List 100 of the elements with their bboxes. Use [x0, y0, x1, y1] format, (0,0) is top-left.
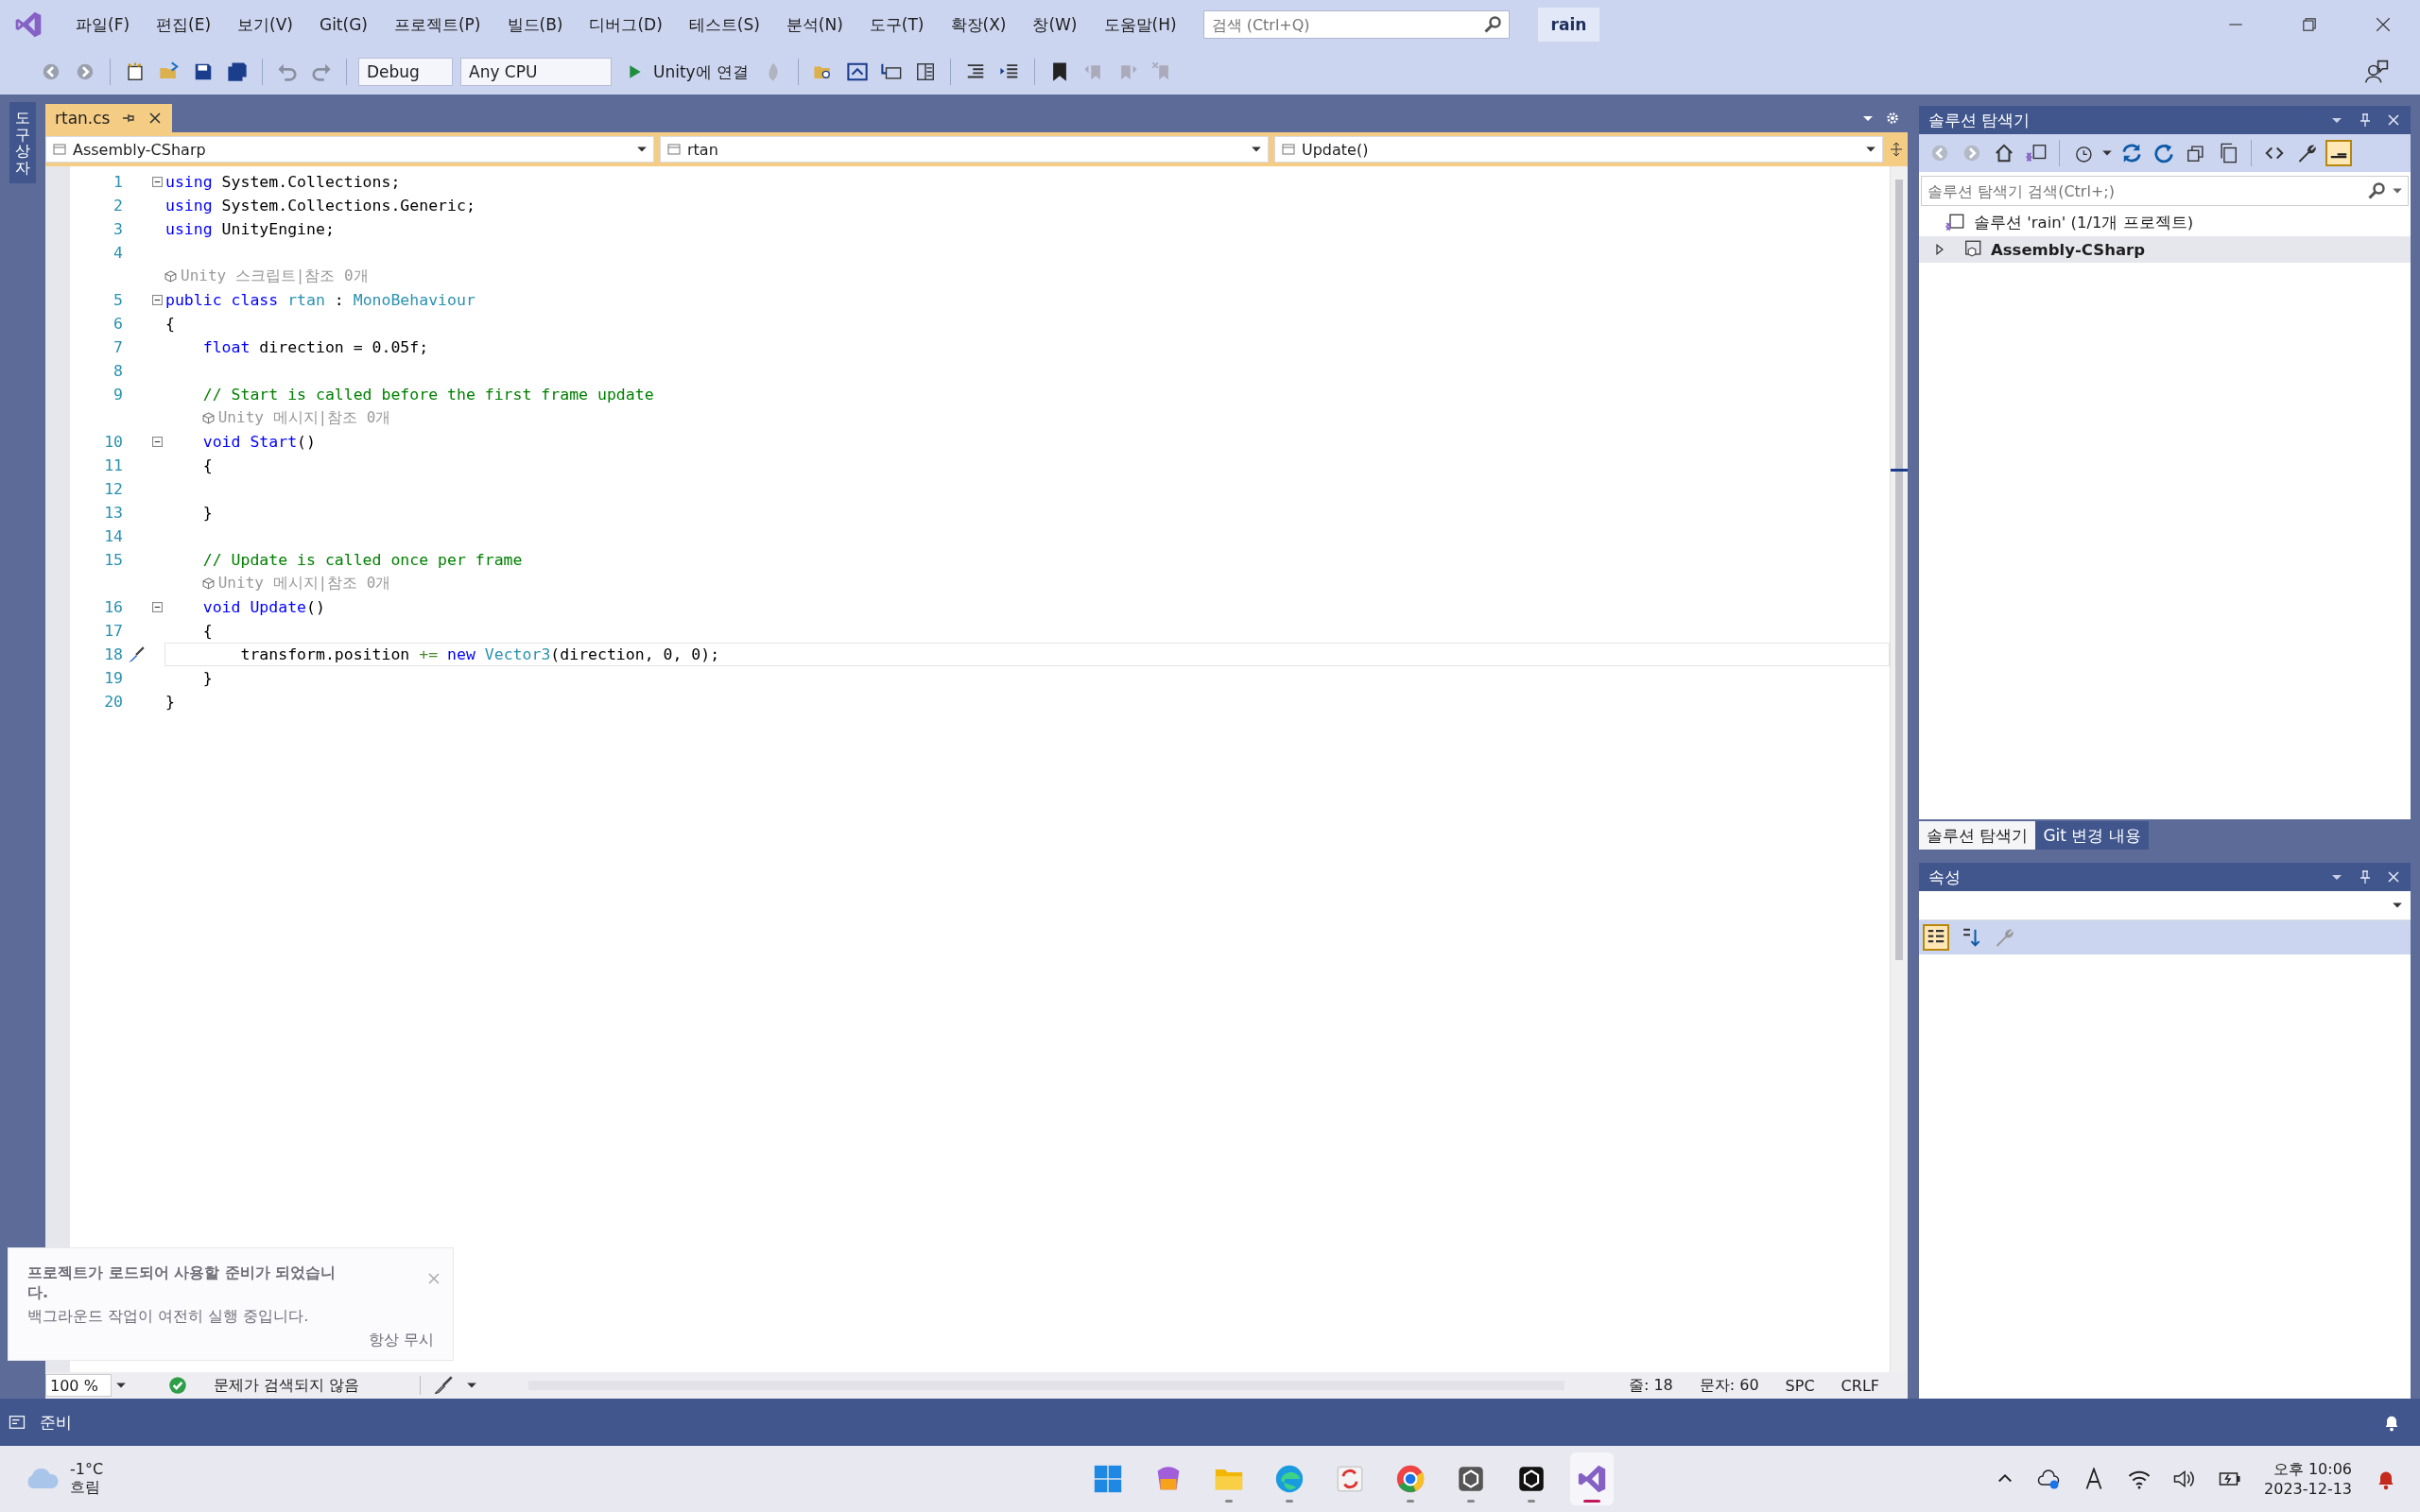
search-icon	[2367, 181, 2386, 200]
run-button[interactable]: Unity에 연결	[649, 57, 753, 87]
code-line: }	[201, 668, 214, 689]
menu-item[interactable]: 도움말(H)	[1090, 13, 1190, 36]
close-icon[interactable]	[2386, 869, 2401, 885]
status-text: 준비	[40, 1411, 72, 1434]
weather-text: 흐림	[70, 1478, 101, 1498]
line-number: 7	[112, 338, 123, 356]
tree-item[interactable]: 솔루션 'rain' (1/1개 프로젝트)	[1974, 213, 2194, 233]
issues-status[interactable]: 문제가 검색되지 않음	[214, 1375, 360, 1396]
clock-date[interactable]: 2023-12-13	[2264, 1480, 2352, 1498]
code-line: // Start is called before the first frame update	[201, 385, 655, 405]
line-number: 14	[103, 527, 123, 545]
panel-tab[interactable]: Git 변경 내용	[2035, 821, 2149, 850]
menu-item[interactable]: 편집(E)	[143, 13, 225, 36]
notification-title: 프로젝트가 로드되어 사용할 준비가 되었습니다.	[27, 1263, 337, 1303]
pin-icon[interactable]	[2358, 112, 2373, 128]
code-line: public class rtan : MonoBehaviour	[164, 290, 476, 311]
code-line: using UnityEngine;	[164, 219, 336, 240]
output-icon[interactable]	[8, 1413, 26, 1432]
restore-icon[interactable]	[2301, 16, 2318, 33]
line-number: 5	[112, 291, 123, 309]
side-tab[interactable]: 도구 상자	[9, 102, 36, 184]
menu-item[interactable]: 보기(V)	[224, 13, 306, 36]
collapse-icon[interactable]	[151, 177, 163, 187]
code-line: {	[164, 314, 176, 335]
cube-icon	[201, 577, 215, 590]
menu-item[interactable]: 테스트(S)	[675, 13, 773, 36]
menu-item[interactable]: 분석(N)	[772, 13, 856, 36]
menu-item[interactable]: 빌드(B)	[493, 13, 577, 36]
menu-item[interactable]: 디버그(D)	[576, 13, 676, 36]
brush-icon[interactable]	[128, 645, 145, 663]
brush-icon[interactable]	[434, 1376, 454, 1395]
line-number: 8	[112, 362, 123, 380]
menu-item[interactable]: 도구(T)	[856, 13, 938, 36]
cube-icon	[164, 270, 177, 283]
line-number: 10	[103, 433, 123, 451]
pin-icon[interactable]	[2358, 869, 2373, 885]
code-line: }	[201, 503, 214, 524]
close-icon[interactable]	[2386, 112, 2401, 128]
code-line: void Start()	[201, 432, 317, 453]
panel-title: 솔루션 탐색기	[1928, 109, 2031, 131]
search-field[interactable]: 솔루션 탐색기 검색(Ctrl+;)	[1921, 176, 2409, 206]
close-icon[interactable]	[147, 111, 164, 126]
line-number: 2	[112, 197, 123, 215]
configuration-dropdown[interactable]: Debug	[358, 58, 453, 86]
search-icon	[1482, 15, 1502, 34]
line-number: 1	[112, 173, 123, 191]
collapse-icon[interactable]	[151, 437, 163, 447]
tree-item[interactable]: Assembly-CSharp	[1919, 236, 2411, 263]
cube-icon	[201, 412, 215, 424]
code-line: }	[164, 692, 176, 713]
ignore-link[interactable]: 항상 무시	[368, 1331, 434, 1350]
menu-item[interactable]: 창(W)	[1019, 13, 1091, 36]
project-icon	[1962, 240, 1981, 259]
line-number: 6	[112, 315, 123, 333]
clock-time[interactable]: 오후 10:06	[2273, 1460, 2352, 1480]
collapse-icon[interactable]	[151, 602, 163, 612]
line-number: 15	[103, 551, 123, 569]
scrollbar-thumb[interactable]	[1895, 180, 1903, 960]
panel-title: 속성	[1928, 866, 1962, 888]
cloud-icon[interactable]	[2037, 1468, 2061, 1490]
collapse-icon[interactable]	[151, 295, 163, 305]
line-number: 3	[112, 220, 123, 238]
line-ending-indicator[interactable]: CRLF	[1841, 1376, 1879, 1395]
menu-item[interactable]: 파일(F)	[62, 13, 144, 36]
line-number: 17	[103, 622, 123, 640]
column-indicator[interactable]: 문자: 60	[1699, 1375, 1759, 1396]
speaker-icon[interactable]	[2173, 1468, 2197, 1490]
app-logo-icon	[13, 9, 43, 40]
whitespace-indicator[interactable]: SPC	[1785, 1376, 1815, 1395]
search-field[interactable]: 검색 (Ctrl+Q)	[1202, 10, 1510, 39]
code-line: using System.Collections.Generic;	[164, 196, 476, 216]
line-number: 16	[103, 598, 123, 616]
split-icon[interactable]	[1889, 142, 1904, 157]
code-line: using System.Collections;	[164, 172, 402, 193]
line-indicator[interactable]: 줄: 18	[1628, 1375, 1673, 1396]
code-line: {	[201, 621, 214, 642]
code-line: // Update is called once per frame	[201, 550, 524, 571]
line-number: 20	[103, 693, 123, 711]
categorized-icon[interactable]	[1923, 924, 1949, 951]
solution-icon	[1945, 214, 1964, 232]
menu-item[interactable]: Git(G)	[305, 15, 381, 34]
settings-icon[interactable]	[1885, 111, 1900, 126]
play-icon[interactable]	[629, 64, 642, 79]
panel-tab[interactable]: 솔루션 탐색기	[1919, 821, 2036, 850]
menu-item[interactable]: 확장(X)	[937, 13, 1020, 36]
line-number: 9	[112, 386, 123, 404]
check-icon	[168, 1376, 187, 1395]
preview-toggle-icon[interactable]	[2325, 140, 2352, 166]
expand-arrow-icon[interactable]	[1934, 244, 1945, 255]
zoom-dropdown[interactable]: 100 %	[45, 1374, 112, 1397]
code-line: void Update()	[201, 597, 326, 618]
document-tab[interactable]: rtan.cs	[45, 104, 173, 132]
close-icon[interactable]	[2375, 16, 2392, 33]
line-number: 11	[103, 456, 123, 474]
platform-dropdown[interactable]: Any CPU	[460, 58, 612, 86]
menu-item[interactable]: 프로젝트(P)	[380, 13, 494, 36]
line-number: 19	[103, 669, 123, 687]
vertical-scrollbar[interactable]	[1890, 166, 1908, 1372]
